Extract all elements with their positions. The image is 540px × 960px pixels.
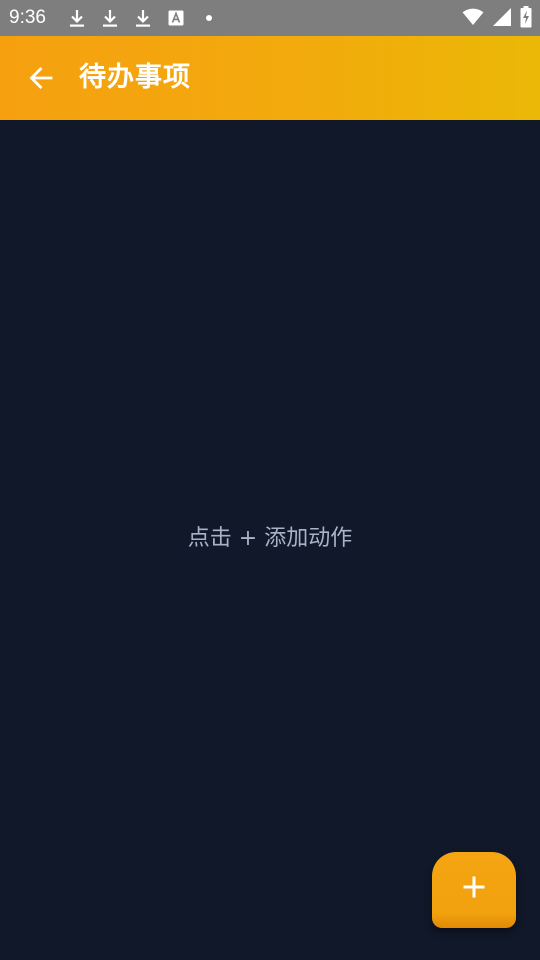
download-icon [134,7,152,29]
back-button[interactable] [20,58,62,98]
page-title: 待办事项 [79,62,191,93]
font-a-icon [167,7,185,29]
status-bar: 9:36 [0,0,540,36]
download-icon [68,7,86,29]
app-bar: 待办事项 [0,36,540,120]
wifi-icon [462,6,484,28]
cell-signal-icon [492,6,512,28]
plus-icon [463,876,485,898]
add-action-button[interactable] [432,852,516,928]
empty-state-hint: 点击 + 添加动作 [187,526,353,551]
download-icon [101,7,119,29]
battery-charging-icon [520,6,532,28]
status-notification-icons [68,7,218,29]
dot-icon [200,7,218,29]
arrow-left-icon [29,67,53,89]
status-time: 9:36 [9,7,46,28]
status-system-icons [454,6,532,28]
